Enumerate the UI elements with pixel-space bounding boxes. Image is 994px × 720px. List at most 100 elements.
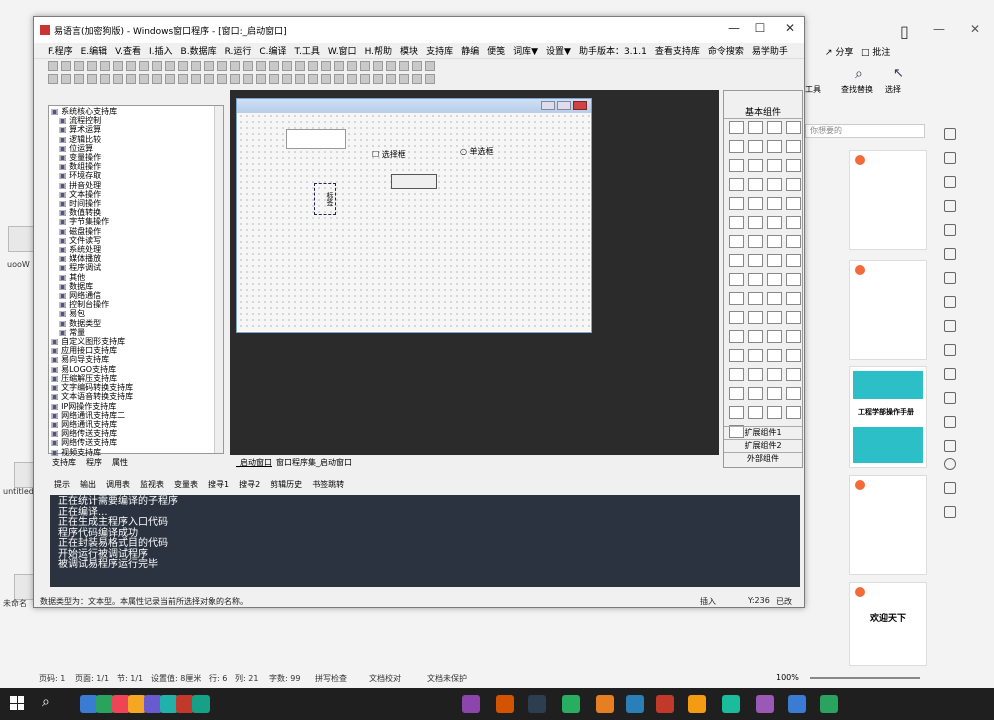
- menu-item[interactable]: 词库▼: [513, 44, 538, 57]
- toolbar-icon[interactable]: [191, 73, 201, 84]
- spell-check-button[interactable]: 拼写检查: [315, 673, 347, 684]
- toolbar-icon[interactable]: [126, 73, 136, 84]
- toolbar-icon[interactable]: [282, 60, 292, 71]
- menu-item[interactable]: F.程序: [48, 44, 73, 57]
- form-body[interactable]: ☐ 选择框 ○ 单选框 标签: [238, 113, 590, 331]
- component-icon[interactable]: [786, 273, 801, 286]
- side-tool-icon[interactable]: [944, 224, 956, 236]
- toolbar-icon[interactable]: [334, 73, 344, 84]
- component-icon[interactable]: [767, 216, 782, 229]
- component-icon[interactable]: [767, 349, 782, 362]
- menu-item[interactable]: E.编辑: [81, 44, 108, 57]
- menu-item[interactable]: V.查看: [115, 44, 141, 57]
- side-tool-icon[interactable]: [944, 248, 956, 260]
- zoom-level[interactable]: 100%: [776, 673, 799, 682]
- annotation-button[interactable]: □ 批注: [861, 45, 890, 58]
- toolbar-icon[interactable]: [243, 73, 253, 84]
- tree-item[interactable]: ▣ 文件读写: [51, 236, 223, 245]
- component-icon[interactable]: [729, 349, 744, 362]
- toolbar-icon[interactable]: [165, 60, 175, 71]
- tree-item[interactable]: ▣ 字节集操作: [51, 217, 223, 226]
- component-icon[interactable]: [767, 387, 782, 400]
- tree-item[interactable]: ▣ 文本操作: [51, 190, 223, 199]
- component-icon[interactable]: [786, 235, 801, 248]
- taskbar-app-icon[interactable]: [496, 695, 514, 713]
- ext-components-3[interactable]: 外部组件: [724, 452, 802, 464]
- tab-window-assembly[interactable]: 窗口程序集_启动窗口: [276, 457, 352, 469]
- menu-item[interactable]: 便笺: [487, 44, 505, 57]
- checkbox-control[interactable]: ☐ 选择框: [372, 149, 406, 160]
- tree-item[interactable]: ▣ 常量: [51, 328, 223, 337]
- toolbar-icon[interactable]: [113, 60, 123, 71]
- menu-item[interactable]: H.帮助: [365, 44, 392, 57]
- tree-item[interactable]: ▣ 网络通讯支持库二: [51, 411, 223, 420]
- side-tool-icon[interactable]: [944, 506, 956, 518]
- component-icon[interactable]: [748, 235, 763, 248]
- tree-item[interactable]: ▣ 文字编码转换支持库: [51, 383, 223, 392]
- output-tab[interactable]: 调用表: [106, 479, 130, 491]
- tree-item[interactable]: ▣ 网络通讯支持库: [51, 420, 223, 429]
- toolbar-icon[interactable]: [347, 60, 357, 71]
- tree-item[interactable]: ▣ 其他: [51, 273, 223, 282]
- output-tab[interactable]: 输出: [80, 479, 96, 491]
- side-tool-icon[interactable]: [944, 344, 956, 356]
- component-icon[interactable]: [748, 140, 763, 153]
- component-icon[interactable]: [729, 159, 744, 172]
- taskbar-app-icon[interactable]: [820, 695, 838, 713]
- component-icon[interactable]: [786, 254, 801, 267]
- close-icon[interactable]: ✕: [970, 22, 980, 36]
- toolbar-icon[interactable]: [74, 60, 84, 71]
- side-tool-icon[interactable]: [944, 176, 956, 188]
- toolbar-icon[interactable]: [243, 60, 253, 71]
- ext-components-2[interactable]: 扩展组件2: [724, 439, 802, 451]
- component-icon[interactable]: [786, 368, 801, 381]
- doc-thumbnail[interactable]: 工程学部操作手册: [849, 366, 927, 468]
- output-tab[interactable]: 监视表: [140, 479, 164, 491]
- component-icon[interactable]: [729, 216, 744, 229]
- taskbar-app-icon[interactable]: [562, 695, 580, 713]
- tree-item[interactable]: ▣ 算术运算: [51, 125, 223, 134]
- doc-thumbnail[interactable]: 欢迎天下: [849, 582, 927, 666]
- tree-item[interactable]: ▣ 网络通信: [51, 291, 223, 300]
- tree-item[interactable]: ▣ 易LOGO支持库: [51, 365, 223, 374]
- tree-item[interactable]: ▣ 变量操作: [51, 153, 223, 162]
- component-icon[interactable]: [729, 121, 744, 134]
- menu-item[interactable]: 静编: [461, 44, 479, 57]
- output-tab[interactable]: 提示: [54, 479, 70, 491]
- search-icon[interactable]: ⌕: [42, 694, 50, 710]
- toolbar-icon[interactable]: [178, 73, 188, 84]
- side-tool-icon[interactable]: [944, 416, 956, 428]
- component-icon[interactable]: [786, 349, 801, 362]
- tree-item[interactable]: ▣ 网络传送支持库: [51, 438, 223, 447]
- toolbar-icon[interactable]: [204, 73, 214, 84]
- toolbar-icon[interactable]: [295, 60, 305, 71]
- toolbar-icon[interactable]: [178, 60, 188, 71]
- tree-item[interactable]: ▣ 位运算: [51, 144, 223, 153]
- component-icon[interactable]: [786, 311, 801, 324]
- component-icon[interactable]: [729, 387, 744, 400]
- radio-control[interactable]: ○ 单选框: [460, 146, 494, 157]
- component-icon[interactable]: [729, 273, 744, 286]
- tools-label[interactable]: 工具: [805, 84, 821, 95]
- component-icon[interactable]: [767, 254, 782, 267]
- toolbar-icon[interactable]: [100, 73, 110, 84]
- find-replace-label[interactable]: 查找替换: [841, 84, 873, 95]
- menu-item[interactable]: 助手版本：3.1.1: [579, 44, 647, 57]
- component-icon[interactable]: [767, 159, 782, 172]
- toolbar-icon[interactable]: [282, 73, 292, 84]
- menu-item[interactable]: 命令搜索: [708, 44, 744, 57]
- component-icon[interactable]: [786, 216, 801, 229]
- component-icon[interactable]: [767, 235, 782, 248]
- component-icon[interactable]: [729, 292, 744, 305]
- toolbar-icon[interactable]: [100, 60, 110, 71]
- toolbar-icon[interactable]: [308, 60, 318, 71]
- toolbar-icon[interactable]: [412, 73, 422, 84]
- component-icon[interactable]: [748, 254, 763, 267]
- component-icon[interactable]: [748, 178, 763, 191]
- tree-item[interactable]: ▣ 数据库: [51, 282, 223, 291]
- component-icon[interactable]: [786, 330, 801, 343]
- toolbar-icon[interactable]: [373, 73, 383, 84]
- component-icon[interactable]: [786, 387, 801, 400]
- toolbar-icon[interactable]: [48, 73, 58, 84]
- output-tab[interactable]: 书签跳转: [312, 479, 344, 491]
